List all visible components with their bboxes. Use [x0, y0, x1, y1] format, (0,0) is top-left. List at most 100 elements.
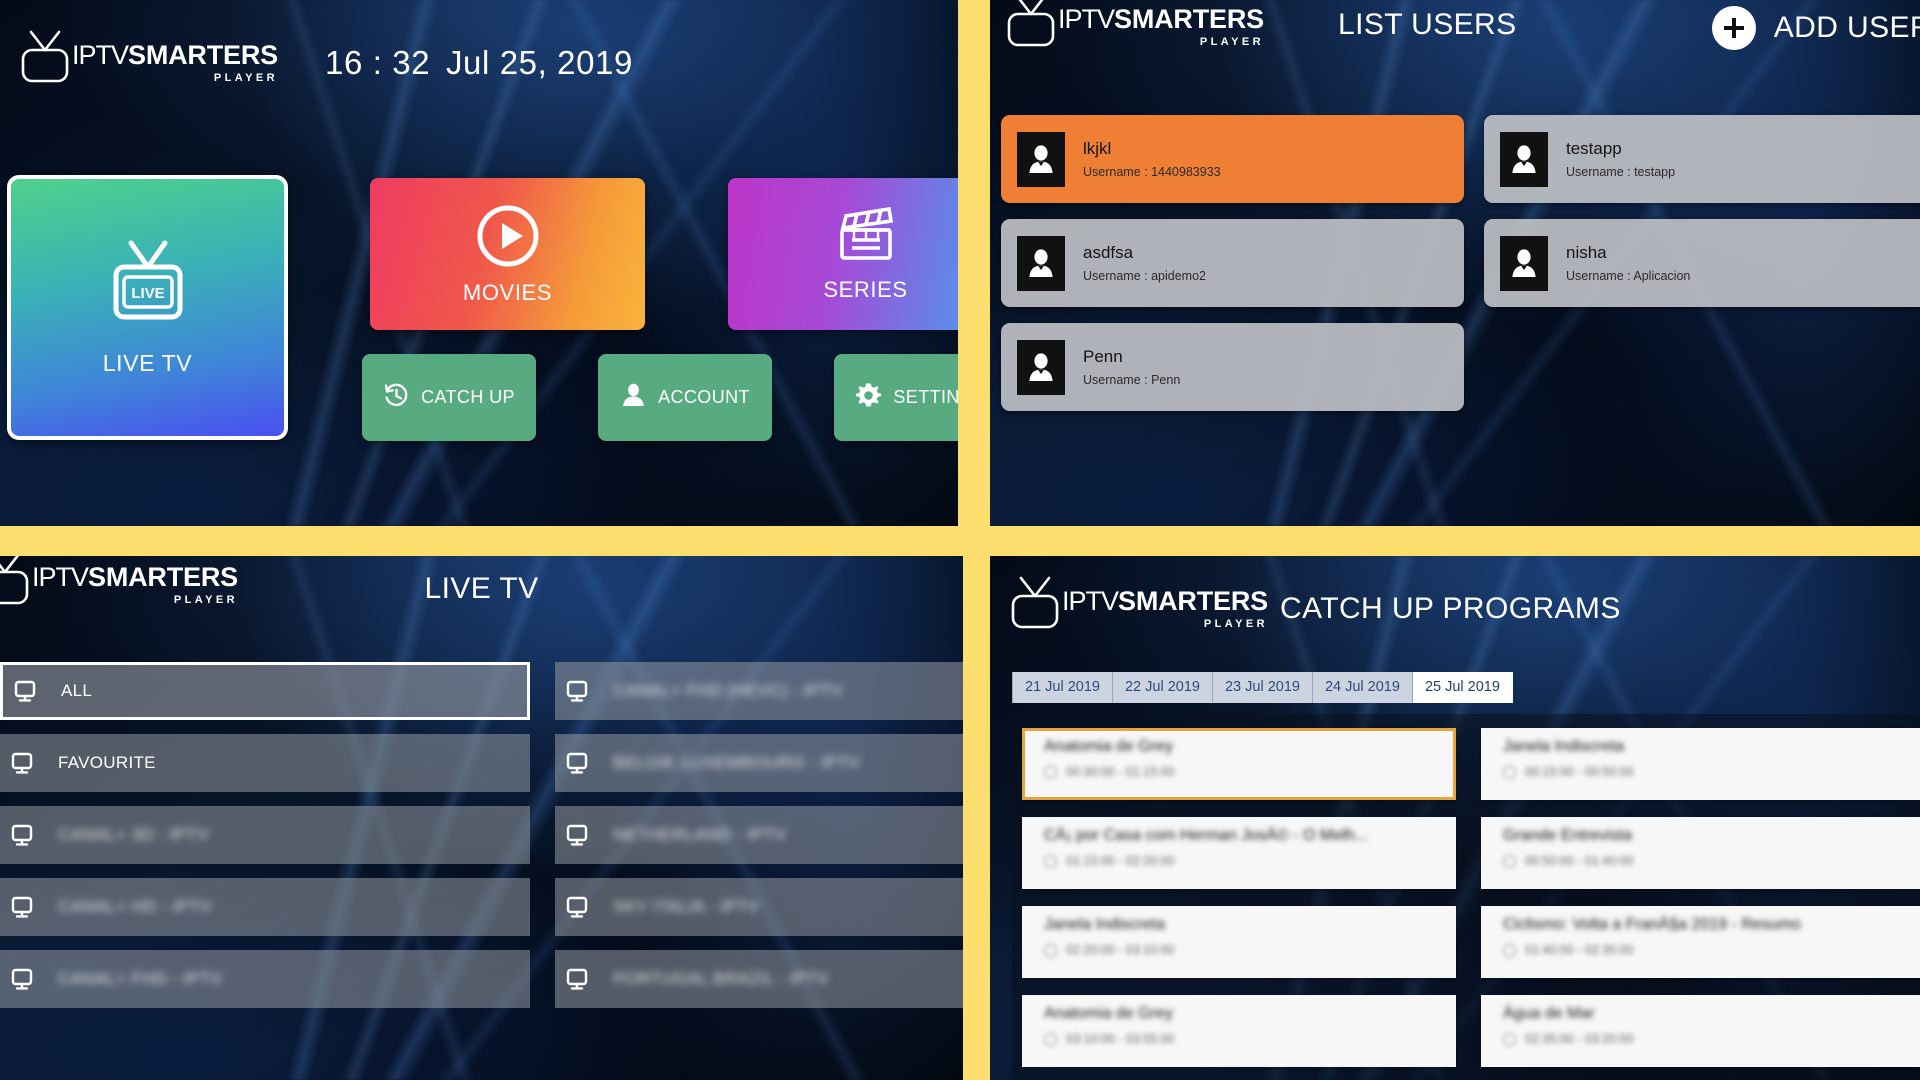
gear-icon [855, 382, 882, 414]
monitor-icon [563, 893, 591, 921]
channel-row-favourite[interactable]: FAVOURITE [0, 734, 530, 792]
page-title-live-tv: LIVE TV [424, 572, 539, 605]
program-card-selected[interactable]: Anatomia de Grey 00:30:00 - 01:15:00 [1022, 728, 1456, 800]
plus-icon [1711, 6, 1756, 50]
channel-row[interactable]: NETHERLAND - IPTV [555, 806, 963, 864]
program-time: 01:15:00 - 02:20:00 [1066, 854, 1175, 868]
program-time: 00:30:00 - 01:15:00 [1066, 765, 1175, 779]
date-tab-bar: 21 Jul 2019 22 Jul 2019 23 Jul 2019 24 J… [1012, 672, 1513, 703]
pane-live-tv: IPTVSMARTERS PLAYER LIVE TV ALL CANAL+ F… [0, 556, 963, 1080]
program-card[interactable]: Ciclismo: Volta a FranÃ§a 2019 - Resumo … [1481, 906, 1920, 978]
program-time-row: 00:50:00 - 01:40:00 [1503, 854, 1920, 868]
user-card[interactable]: asdfsa Username : apidemo2 [1001, 219, 1464, 307]
program-time-row: 02:20:00 - 03:10:00 [1044, 943, 1456, 957]
pane-catch-up-programs: IPTVSMARTERS PLAYER CATCH UP PROGRAMS 21… [990, 556, 1920, 1080]
program-title: Anatomia de Grey [1044, 1005, 1173, 1022]
channel-label: NETHERLAND - IPTV [613, 825, 787, 844]
tile-series[interactable]: SERIES [728, 178, 958, 330]
user-username: Username : apidemo2 [1083, 269, 1206, 283]
date-tab[interactable]: 21 Jul 2019 [1012, 672, 1113, 703]
account-button[interactable]: ACCOUNT [598, 354, 772, 441]
program-card[interactable]: Janela Indiscreta 00:15:00 - 00:50:00 [1481, 728, 1920, 800]
tile-movies[interactable]: MOVIES [370, 178, 645, 330]
program-title: Ãgua de Mar [1503, 1005, 1595, 1022]
program-time: 00:15:00 - 00:50:00 [1525, 765, 1634, 779]
channel-label: BELGIE LUXEMBOURG - IPTV [613, 753, 861, 772]
channel-row-all[interactable]: ALL [0, 662, 530, 720]
channel-category-grid: ALL CANAL+ FHD (HEVC) - IPTV FAVOURITE B… [0, 662, 963, 1008]
user-card[interactable]: testapp Username : testapp [1484, 115, 1920, 203]
brand-name-sub: PLAYER [1199, 36, 1264, 48]
program-title: Janela Indiscreta [1503, 738, 1624, 755]
tile-live-tv-label: LIVE TV [102, 349, 193, 376]
channel-label: CANAL+ HD - IPTV [58, 897, 212, 916]
channel-row[interactable]: SKY ITALIA - IPTV [555, 878, 963, 936]
avatar-icon [1017, 339, 1065, 395]
channel-row[interactable]: BELGIE LUXEMBOURG - IPTV [555, 734, 963, 792]
page-title-catch-up: CATCH UP PROGRAMS [1280, 592, 1621, 625]
program-title: Anatomia de Grey [1044, 738, 1173, 755]
add-user-label: ADD USER [1773, 11, 1920, 44]
page-title-list-users: LIST USERS [1338, 8, 1517, 41]
user-icon [620, 382, 647, 414]
program-time-row: 01:15:00 - 02:20:00 [1044, 854, 1456, 868]
settings-button[interactable]: SETTINGS [834, 354, 958, 441]
channel-label: CANAL+ FHD - IPTV [58, 969, 223, 988]
account-label: ACCOUNT [658, 387, 750, 407]
channel-row[interactable]: CANAL+ HD - IPTV [0, 878, 530, 936]
date-tab[interactable]: 23 Jul 2019 [1212, 672, 1313, 703]
program-time: 00:50:00 - 01:40:00 [1525, 854, 1634, 868]
clock-icon [1044, 854, 1057, 868]
avatar-icon [1017, 235, 1065, 291]
channel-row[interactable]: PORTUGAL BRAZIL - IPTV [555, 950, 963, 1008]
program-card[interactable]: Janela Indiscreta 02:20:00 - 03:10:00 [1022, 906, 1456, 978]
program-title: Grande Entrevista [1503, 827, 1632, 844]
clock-icon [1044, 765, 1057, 779]
user-name: Penn [1083, 347, 1123, 366]
program-card[interactable]: Grande Entrevista 00:50:00 - 01:40:00 [1481, 817, 1920, 889]
user-card[interactable]: nisha Username : Aplicacion [1484, 219, 1920, 307]
settings-label: SETTINGS [893, 387, 958, 407]
user-list-column-left: lkjkl Username : 1440983933 asdfsa Usern… [1001, 115, 1464, 427]
program-time: 03:10:00 - 03:55:00 [1066, 1032, 1175, 1046]
program-card[interactable]: Ãgua de Mar 02:35:00 - 03:20:00 [1481, 995, 1920, 1067]
tile-live-tv[interactable]: LIVE LIVE TV [7, 175, 288, 440]
date-tab[interactable]: 22 Jul 2019 [1112, 672, 1213, 703]
channel-label: PORTUGAL BRAZIL - IPTV [613, 969, 829, 988]
avatar-icon [1017, 131, 1065, 187]
program-time-row: 00:15:00 - 00:50:00 [1503, 765, 1920, 779]
monitor-icon [8, 965, 36, 993]
pane-list-users: IPTVSMARTERS PLAYER LIST USERS ADD USER … [990, 0, 1920, 526]
program-card[interactable]: CÃ¡ por Casa com Herman JosÃ© - O Melh..… [1022, 817, 1456, 889]
brand-name-main: IPTVSMARTERS [1062, 586, 1268, 616]
brand-logo: IPTVSMARTERS PLAYER [1000, 0, 1264, 50]
program-title: Ciclismo: Volta a FranÃ§a 2019 - Resumo [1503, 916, 1801, 933]
monitor-icon [563, 821, 591, 849]
program-card[interactable]: Anatomia de Grey 03:10:00 - 03:55:00 [1022, 995, 1456, 1067]
date-tab-active[interactable]: 25 Jul 2019 [1412, 672, 1513, 703]
play-circle-icon [475, 203, 541, 274]
tv-antenna-icon [1000, 0, 1062, 50]
catch-up-button[interactable]: CATCH UP [362, 354, 536, 441]
catch-up-label: CATCH UP [421, 387, 515, 407]
program-grid: Anatomia de Grey 00:30:00 - 01:15:00 Jan… [1012, 728, 1920, 1080]
monitor-icon [11, 677, 39, 705]
date-tab[interactable]: 24 Jul 2019 [1312, 672, 1413, 703]
user-card[interactable]: lkjkl Username : 1440983933 [1001, 115, 1464, 203]
clock-date: Jul 25, 2019 [445, 44, 633, 81]
history-clock-icon [383, 382, 410, 414]
channel-label: CANAL+ FHD (HEVC) - IPTV [613, 681, 843, 700]
screenshot-collage: IPTVSMARTERS PLAYER 16 : 32 Jul 25, 2019… [0, 0, 1920, 1080]
brand-name-main: IPTVSMARTERS [1058, 4, 1264, 34]
channel-row[interactable]: CANAL+ FHD (HEVC) - IPTV [555, 662, 963, 720]
user-card[interactable]: Penn Username : Penn [1001, 323, 1464, 411]
user-name: asdfsa [1083, 243, 1134, 262]
channel-row[interactable]: CANAL+ FHD - IPTV [0, 950, 530, 1008]
program-list-container: Anatomia de Grey 00:30:00 - 01:15:00 Jan… [1012, 714, 1920, 1080]
user-username: Username : Penn [1083, 373, 1181, 387]
clock-icon [1503, 1032, 1516, 1046]
channel-row[interactable]: CANAL+ 3D - IPTV [0, 806, 530, 864]
channel-label: ALL [61, 681, 93, 700]
add-user-button[interactable]: ADD USER [1711, 6, 1920, 50]
pane-home-screen: IPTVSMARTERS PLAYER 16 : 32 Jul 25, 2019… [0, 0, 958, 526]
